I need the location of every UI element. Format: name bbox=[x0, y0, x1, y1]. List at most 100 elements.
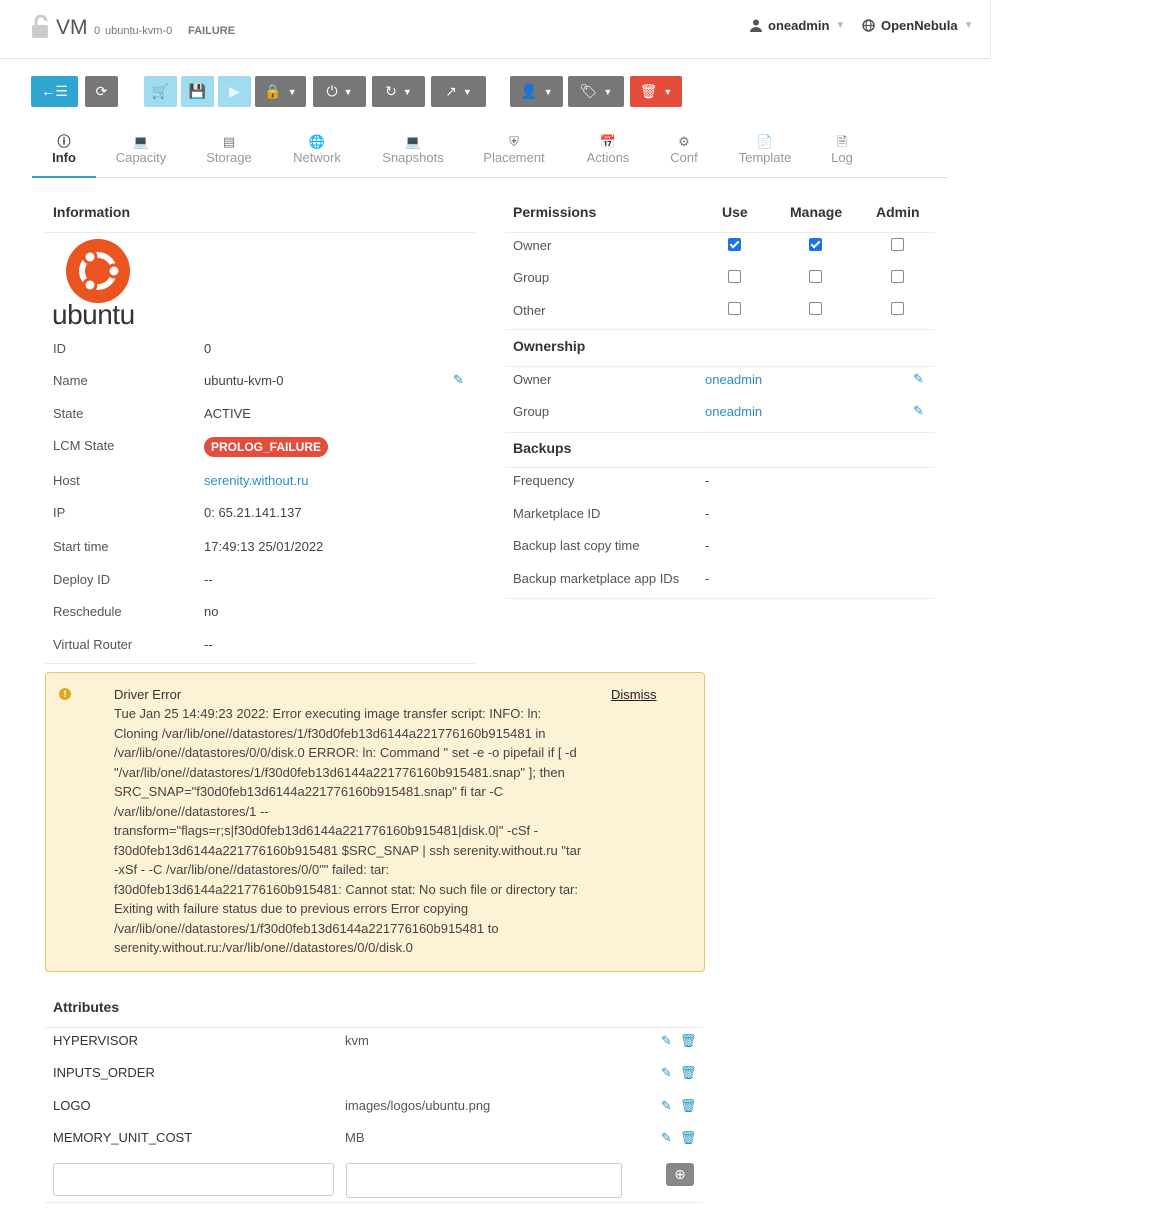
tab-label: Snapshots bbox=[382, 150, 444, 165]
info-label-lcm-state: LCM State bbox=[53, 438, 115, 453]
tab-capacity[interactable]: 💻 Capacity bbox=[107, 134, 175, 165]
group-link[interactable]: oneadmin bbox=[705, 404, 762, 419]
info-value-virtual-router: -- bbox=[204, 637, 213, 652]
owner-link[interactable]: oneadmin bbox=[705, 372, 762, 387]
info-value-state: ACTIVE bbox=[204, 406, 251, 421]
tab-label: Placement bbox=[483, 150, 545, 165]
calendar-icon: 📅 bbox=[599, 134, 617, 149]
plus-circle-icon: ⊕ bbox=[674, 1166, 686, 1182]
gear-icon: ⚙ bbox=[678, 134, 690, 149]
tab-conf[interactable]: ⚙ Conf bbox=[662, 134, 706, 165]
trash-icon[interactable]: 🗑 bbox=[680, 1098, 697, 1114]
lock-menu-button[interactable]: 🔒 ▼ bbox=[255, 76, 306, 107]
group-manage-checkbox[interactable] bbox=[809, 270, 822, 283]
lcm-state-badge: PROLOG_FAILURE bbox=[204, 437, 329, 457]
unlock-icon[interactable] bbox=[30, 15, 52, 39]
back-to-list-button[interactable]: ←☰ bbox=[31, 76, 78, 107]
owner-use-checkbox[interactable] bbox=[728, 238, 741, 251]
file-icon: 📄 bbox=[756, 134, 774, 149]
tab-label: Conf bbox=[670, 150, 698, 165]
back-list-icon: ←☰ bbox=[41, 83, 68, 99]
new-attribute-value-input[interactable] bbox=[346, 1163, 622, 1198]
tab-label: Info bbox=[52, 150, 76, 165]
edit-icon[interactable]: ✎ bbox=[661, 1065, 672, 1081]
tab-snapshots[interactable]: 💻 Snapshots bbox=[375, 134, 451, 165]
backup-label-app-ids: Backup marketplace app IDs bbox=[513, 571, 680, 586]
tab-storage[interactable]: ▤ Storage bbox=[197, 134, 261, 165]
tab-log[interactable]: 🗎 Log bbox=[826, 134, 858, 165]
labels-menu-button[interactable]: 🏷 ▼ bbox=[568, 76, 624, 107]
play-icon: ▶ bbox=[229, 83, 240, 99]
trash-icon[interactable]: 🗑 bbox=[680, 1130, 697, 1146]
tab-label: Capacity bbox=[115, 150, 167, 165]
edit-group-icon[interactable]: ✎ bbox=[913, 403, 926, 418]
tab-actions[interactable]: 📅 Actions bbox=[578, 134, 638, 165]
cart-button[interactable]: 🛒 bbox=[144, 76, 177, 107]
group-use-checkbox[interactable] bbox=[728, 270, 741, 283]
globe-icon bbox=[862, 19, 875, 32]
info-value-id: 0 bbox=[204, 341, 212, 356]
divider bbox=[505, 432, 935, 433]
laptop-icon: 💻 bbox=[132, 134, 150, 149]
zone-menu[interactable]: OpenNebula ▼ bbox=[862, 18, 973, 33]
attr-key: LOGO bbox=[53, 1098, 91, 1113]
backup-value-last-copy-time: - bbox=[705, 538, 710, 553]
caret-down-icon: ▼ bbox=[603, 86, 613, 97]
info-value-ip: 0: 65.21.141.137 bbox=[204, 505, 302, 520]
owner-admin-checkbox[interactable] bbox=[891, 238, 904, 251]
divider bbox=[505, 598, 935, 599]
save-button[interactable]: 💾 bbox=[181, 76, 214, 107]
top-bar: VM 0 ubuntu-kvm-0 FAILURE oneadmin ▼ Ope… bbox=[0, 0, 991, 59]
power-icon: ⏻ bbox=[326, 83, 338, 99]
caret-down-icon: ▼ bbox=[402, 86, 412, 97]
tab-placement[interactable]: ⛨ Placement bbox=[476, 134, 552, 165]
active-tab-indicator bbox=[32, 176, 96, 178]
group-admin-checkbox[interactable] bbox=[891, 270, 904, 283]
attr-value: MB bbox=[345, 1130, 365, 1145]
play-button[interactable]: ▶ bbox=[218, 76, 251, 107]
share-menu-button[interactable]: ↗ ▼ bbox=[431, 76, 486, 107]
delete-menu-button[interactable]: 🗑 ▼ bbox=[630, 76, 682, 107]
trash-icon[interactable]: 🗑 bbox=[680, 1033, 697, 1049]
user-menu[interactable]: oneadmin ▼ bbox=[750, 18, 845, 33]
info-label-deploy-id: Deploy ID bbox=[53, 572, 111, 587]
edit-icon[interactable]: ✎ bbox=[661, 1033, 672, 1049]
add-attribute-button[interactable]: ⊕ bbox=[666, 1163, 694, 1186]
user-name: oneadmin bbox=[768, 18, 830, 33]
refresh-button[interactable]: ⟳ bbox=[85, 76, 118, 107]
attr-actions: ✎ 🗑 bbox=[661, 1033, 696, 1049]
info-label-host: Host bbox=[53, 473, 80, 488]
edit-owner-icon[interactable]: ✎ bbox=[913, 371, 926, 386]
other-use-checkbox[interactable] bbox=[728, 302, 741, 315]
error-message: Tue Jan 25 14:49:23 2022: Error executin… bbox=[114, 706, 582, 955]
info-value-deploy-id: -- bbox=[204, 572, 213, 587]
tab-label: Template bbox=[738, 150, 792, 165]
power-menu-button[interactable]: ⏻ ▼ bbox=[313, 76, 366, 107]
tab-info[interactable]: ⓘ Info bbox=[40, 134, 88, 165]
error-title: Driver Error bbox=[114, 687, 182, 702]
info-label-id: ID bbox=[53, 341, 66, 356]
owner-manage-checkbox[interactable] bbox=[809, 238, 822, 251]
save-icon: 💾 bbox=[188, 83, 207, 99]
other-manage-checkbox[interactable] bbox=[809, 302, 822, 315]
edit-icon[interactable]: ✎ bbox=[661, 1098, 672, 1114]
tab-template[interactable]: 📄 Template bbox=[731, 134, 799, 165]
info-icon: ⓘ bbox=[57, 134, 71, 149]
user-menu-button[interactable]: 👤 ▼ bbox=[510, 76, 563, 107]
host-link[interactable]: serenity.without.ru bbox=[204, 473, 309, 488]
info-label-name: Name bbox=[53, 373, 88, 388]
edit-name-icon[interactable]: ✎ bbox=[453, 372, 466, 387]
new-attribute-key-input[interactable] bbox=[53, 1163, 334, 1196]
tab-network[interactable]: 🌐 Network bbox=[283, 134, 351, 165]
other-admin-checkbox[interactable] bbox=[891, 302, 904, 315]
info-label-ip: IP bbox=[53, 505, 66, 520]
reboot-menu-button[interactable]: ↻ ▼ bbox=[372, 76, 425, 107]
dismiss-link[interactable]: Dismiss bbox=[611, 687, 657, 702]
attr-actions: ✎ 🗑 bbox=[661, 1130, 696, 1146]
tab-label: Storage bbox=[206, 150, 252, 165]
tab-label: Network bbox=[293, 150, 341, 165]
tab-label: Actions bbox=[586, 150, 630, 165]
edit-icon[interactable]: ✎ bbox=[661, 1130, 672, 1146]
perm-row-group: Group bbox=[513, 270, 550, 285]
trash-icon[interactable]: 🗑 bbox=[680, 1065, 697, 1081]
